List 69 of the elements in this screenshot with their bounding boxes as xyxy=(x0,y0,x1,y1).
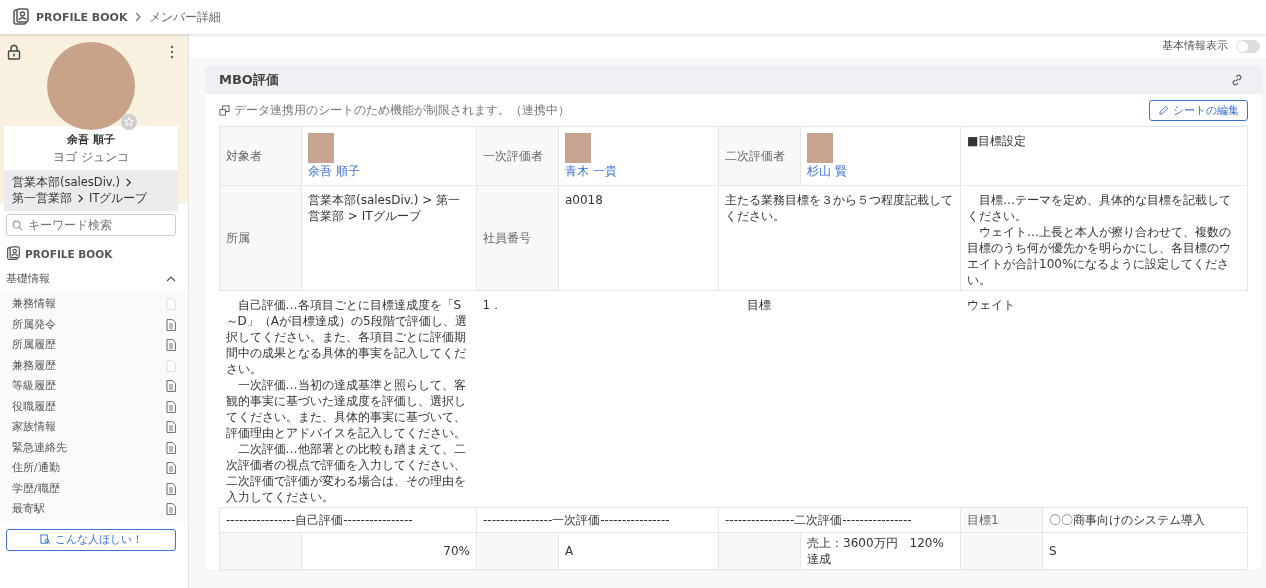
table-cell: ----------------二次評価---------------- xyxy=(718,507,961,533)
sidebar-item[interactable]: 住所/通勤 xyxy=(0,458,188,479)
search-field[interactable]: キーワード検索 xyxy=(6,214,176,236)
table-cell: A xyxy=(558,532,719,570)
sidebar-item[interactable]: 役職履歴 xyxy=(0,396,188,417)
photo-placeholder xyxy=(565,133,591,163)
sidebar-item[interactable]: 家族情報 xyxy=(0,417,188,438)
guide-text: 自己評価…各項目ごとに目標達成度を「S～D」（Aが目標達成）の5段階で評価し、選択してください。また、各項目ごとに評価期間中の成果となる具体的事実を記入してください。 xyxy=(225,297,468,377)
table-cell: 対象者 xyxy=(219,126,302,186)
chevron-right-icon xyxy=(123,178,133,187)
table-cell: 所属 xyxy=(219,185,302,291)
person-link[interactable]: 青木 一貴 xyxy=(565,163,712,179)
table-cell: 売上：3600万円 120%達成 xyxy=(800,532,961,570)
guide-text: 目標…テーマを定め、具体的な目標を記載してください。 xyxy=(967,192,1232,224)
sidebar-item[interactable]: 所属履歴 xyxy=(0,335,188,356)
app-name[interactable]: PROFILE BOOK xyxy=(36,10,128,24)
department-name: 営業本部(salesDiv.) xyxy=(12,175,120,190)
table-cell: 主たる業務目標を３から５つ程度記載してください。 xyxy=(718,185,961,291)
department-name: ITグループ xyxy=(89,191,148,206)
guide-text: ウェイト…上長と本人が擦り合わせて、複数の目標のうち何が優先かを明らかにし、各目標のウエイトが合計100%になるように設定してください。 xyxy=(967,224,1232,288)
more-options-icon[interactable] xyxy=(170,45,174,59)
member-name: 余吾 順子 xyxy=(66,132,116,147)
department-name: 第一営業部 xyxy=(12,191,72,206)
chevron-right-icon xyxy=(76,194,85,203)
table-cell: ----------------自己評価---------------- xyxy=(219,507,477,533)
person-link[interactable]: 余吾 順子 xyxy=(308,163,470,179)
table-cell: ■目標設定 xyxy=(960,126,1248,186)
table-cell: 70% xyxy=(301,532,477,570)
photo-placeholder xyxy=(308,133,334,163)
table-cell: 目標1 xyxy=(960,507,1043,533)
sidebar-item[interactable]: 兼務情報 xyxy=(0,294,188,315)
card-title: MBO評価 xyxy=(219,71,279,89)
sync-icon xyxy=(219,105,230,116)
table-cell: 一次評価者 xyxy=(476,126,559,186)
search-person-icon xyxy=(39,534,51,545)
table-cell: 〇〇商事向けのシステム導入 xyxy=(1042,507,1248,533)
table-cell: S xyxy=(1042,532,1248,570)
sidebar-item[interactable]: 緊急連絡先 xyxy=(0,437,188,458)
sidebar-item[interactable]: 所属発令 xyxy=(0,314,188,335)
sidebar-item[interactable]: 学歴/職歴 xyxy=(0,478,188,499)
table-cell: 二次評価者 xyxy=(718,126,801,186)
lock-icon[interactable] xyxy=(7,44,21,60)
breadcrumb-current: メンバー詳細 xyxy=(149,8,222,26)
wish-button[interactable]: こんな人ほしい！ xyxy=(6,528,176,551)
toggle-label: 基本情報表示 xyxy=(1162,39,1228,53)
guide-text: 二次評価…他部署との比較も踏まえて、二次評価者の視点で評価を入力してください、二次評価で評価が変わる場合は、その理由を入力してください。 xyxy=(225,441,467,505)
profile-book-icon xyxy=(6,246,21,261)
brand-name: PROFILE BOOK xyxy=(25,247,113,260)
column-label: ウェイト xyxy=(966,298,1015,312)
item-number: 1． xyxy=(482,298,503,312)
guide-text: 一次評価…当初の達成基準と照らして、客観的事実に基づいた達成度を評価し、選択してください。また、具体的事実に基づいて、評価理由とアドバイスを記入してください。 xyxy=(225,377,467,441)
section-header[interactable]: 基礎情報 xyxy=(0,267,188,291)
sidebar-item[interactable]: 等級履歴 xyxy=(0,376,188,397)
table-cell: 営業本部(salesDiv.) > 第一営業部 > ITグループ xyxy=(301,185,477,291)
profile-book-icon xyxy=(12,8,30,26)
link-icon[interactable] xyxy=(1230,73,1244,87)
person-link[interactable]: 杉山 賢 xyxy=(807,163,954,179)
pencil-icon xyxy=(1158,105,1169,116)
table-cell: a0018 xyxy=(558,185,719,291)
sidebar-item[interactable]: 兼務履歴 xyxy=(0,355,188,376)
table-cell: 社員番号 xyxy=(476,185,559,291)
table-cell: ----------------一次評価---------------- xyxy=(476,507,719,533)
toggle-switch[interactable] xyxy=(1236,39,1260,53)
notice-text: データ連携用のシートのため機能が制限されます。（連携中） xyxy=(234,102,571,119)
sidebar-item[interactable]: 最寄駅 xyxy=(0,499,188,520)
edit-sheet-button[interactable]: シートの編集 xyxy=(1149,100,1248,121)
photo-placeholder xyxy=(807,133,833,163)
column-label: 目標 xyxy=(745,298,771,312)
member-kana: ヨゴ ジュンコ xyxy=(52,149,130,166)
